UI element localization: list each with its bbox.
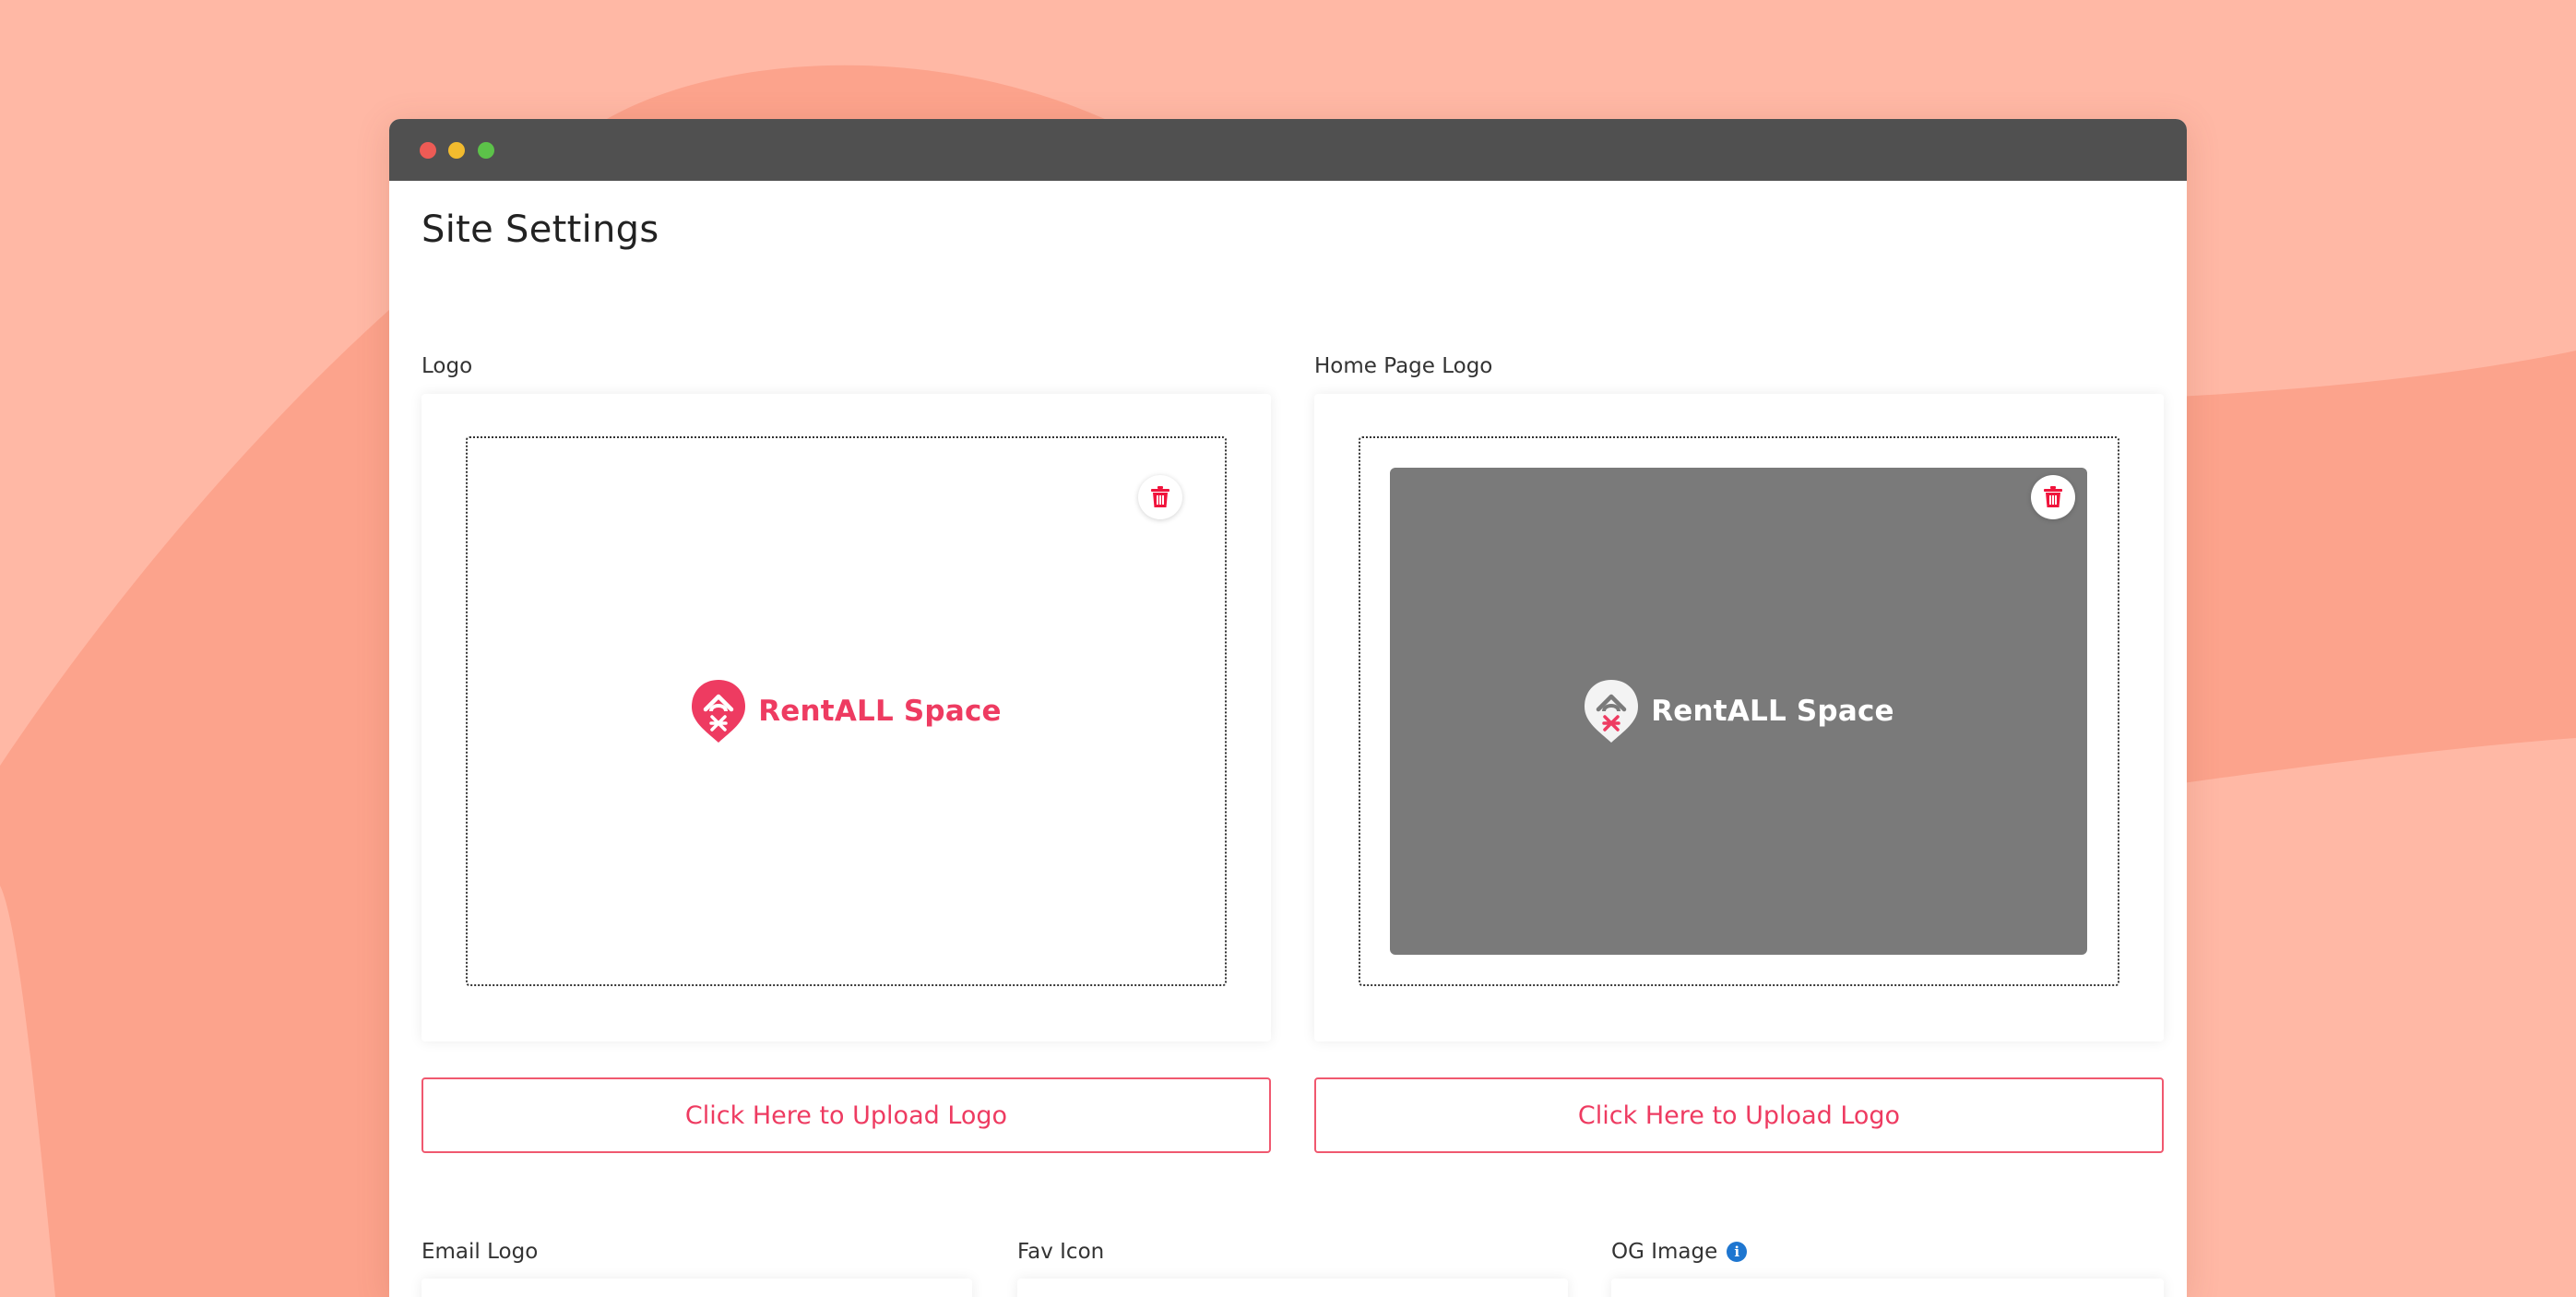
og-image-label: OG Image i xyxy=(1611,1240,1748,1264)
email-logo-label-text: Email Logo xyxy=(421,1240,539,1264)
home-page-logo-preview: RentALL Space xyxy=(1390,468,2087,955)
trash-icon xyxy=(2044,486,2062,507)
home-page-logo-label-text: Home Page Logo xyxy=(1314,354,1493,378)
logo-preview: RentALL Space xyxy=(497,468,1194,955)
home-page-logo-brand-text: RentALL Space xyxy=(1651,695,1894,728)
info-icon[interactable]: i xyxy=(1727,1242,1748,1262)
location-pin-logo-icon xyxy=(1585,680,1639,743)
page-title: Site Settings xyxy=(421,208,659,251)
site-settings-content: Site Settings Logo RentALL Space Click H… xyxy=(389,181,2187,1297)
home-page-logo-dropzone[interactable]: RentALL Space xyxy=(1359,436,2119,986)
og-image-card xyxy=(1611,1279,2164,1297)
email-logo-label: Email Logo xyxy=(421,1240,538,1264)
logo-label-text: Logo xyxy=(421,354,473,378)
browser-window: Site Settings Logo RentALL Space Click H… xyxy=(389,119,2187,1297)
window-titlebar xyxy=(389,119,2187,181)
upload-logo-button[interactable]: Click Here to Upload Logo xyxy=(421,1077,1271,1153)
logo-dropzone[interactable]: RentALL Space xyxy=(466,436,1227,986)
fav-icon-label-text: Fav Icon xyxy=(1017,1240,1105,1264)
home-page-logo-card: RentALL Space xyxy=(1314,394,2164,1041)
delete-logo-button[interactable] xyxy=(1138,475,1182,519)
trash-icon xyxy=(1151,486,1169,507)
logo-label: Logo xyxy=(421,354,472,378)
upload-home-page-logo-button[interactable]: Click Here to Upload Logo xyxy=(1314,1077,2164,1153)
rentall-logo: RentALL Space xyxy=(690,678,1002,744)
og-image-label-text: OG Image xyxy=(1611,1240,1718,1264)
fav-icon-label: Fav Icon xyxy=(1017,1240,1104,1264)
close-dot-icon[interactable] xyxy=(420,142,436,159)
logo-card: RentALL Space xyxy=(421,394,1271,1041)
maximize-dot-icon[interactable] xyxy=(478,142,494,159)
location-pin-logo-icon xyxy=(692,680,746,743)
logo-brand-text: RentALL Space xyxy=(758,695,1002,728)
home-page-logo-label: Home Page Logo xyxy=(1314,354,1492,378)
minimize-dot-icon[interactable] xyxy=(448,142,465,159)
email-logo-card xyxy=(421,1279,972,1297)
delete-home-page-logo-button[interactable] xyxy=(2031,475,2075,519)
rentall-logo-white: RentALL Space xyxy=(1583,678,1894,744)
fav-icon-card xyxy=(1017,1279,1568,1297)
